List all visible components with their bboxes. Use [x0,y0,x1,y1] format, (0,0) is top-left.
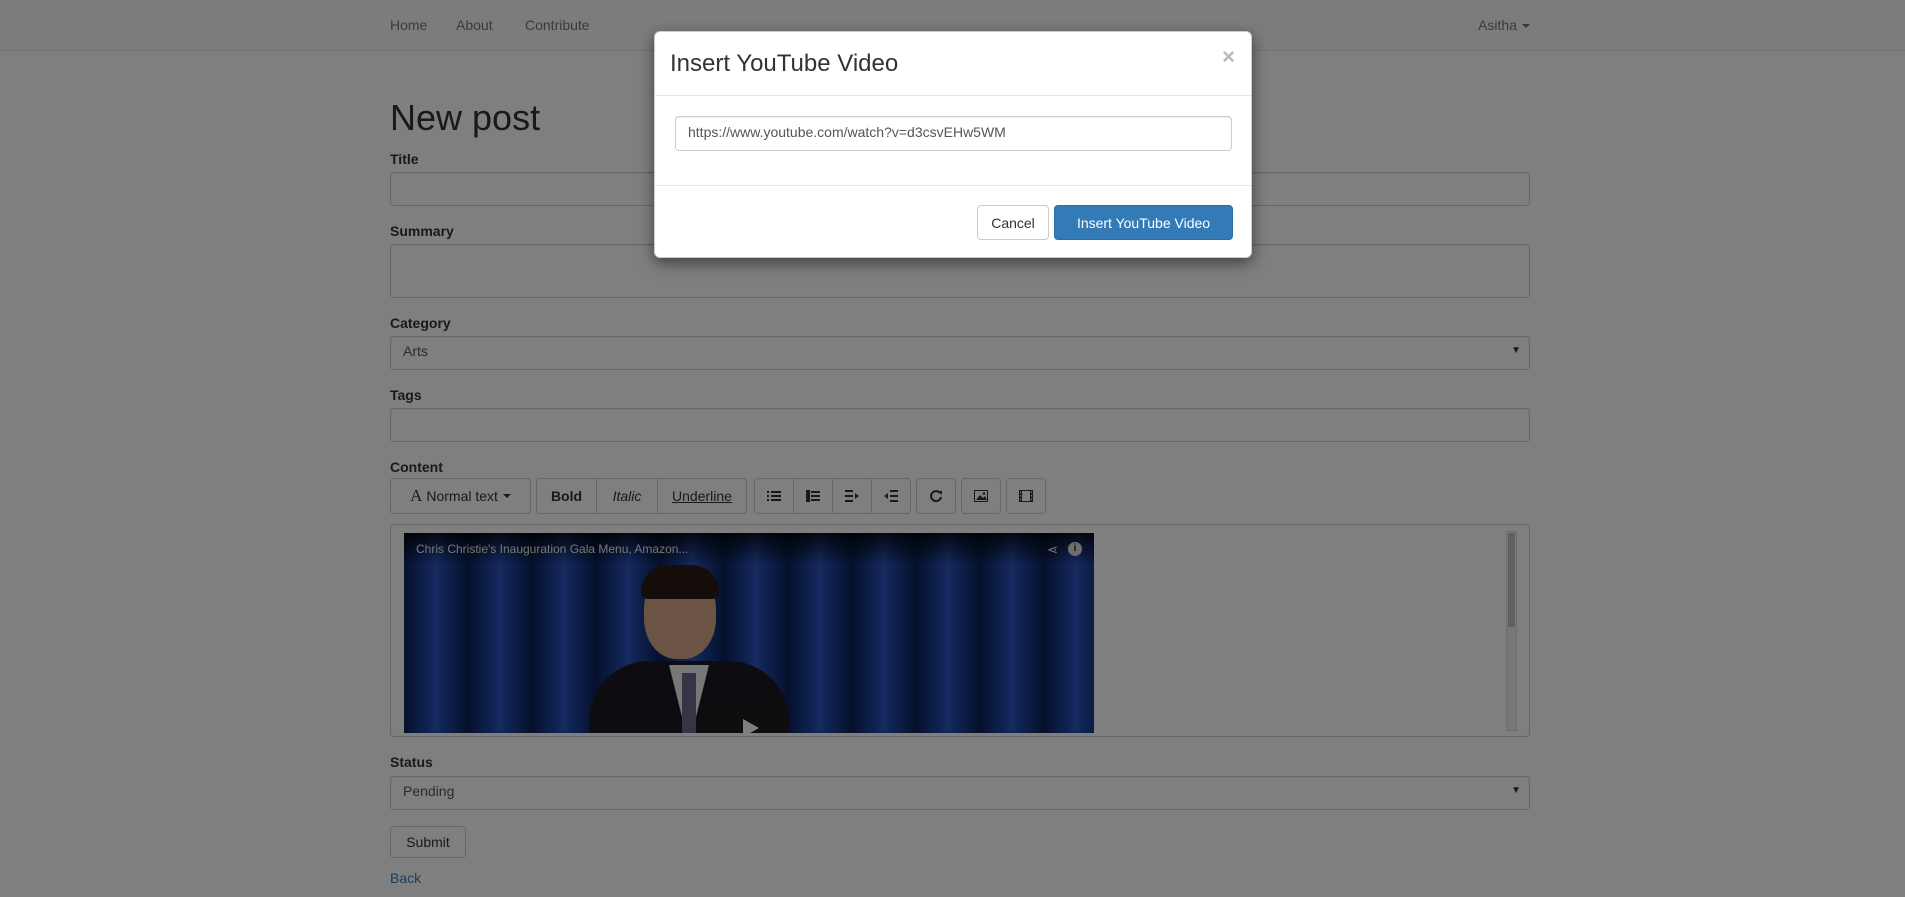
modal-footer-divider [655,185,1251,186]
modal-title: Insert YouTube Video [670,50,899,77]
modal-header-divider [655,95,1251,96]
close-icon[interactable]: × [1222,44,1235,70]
cancel-button[interactable]: Cancel [977,205,1049,240]
youtube-url-input[interactable]: https://www.youtube.com/watch?v=d3csvEHw… [675,116,1232,151]
insert-youtube-modal: Insert YouTube Video × https://www.youtu… [654,31,1252,258]
insert-youtube-video-button[interactable]: Insert YouTube Video [1054,205,1233,240]
